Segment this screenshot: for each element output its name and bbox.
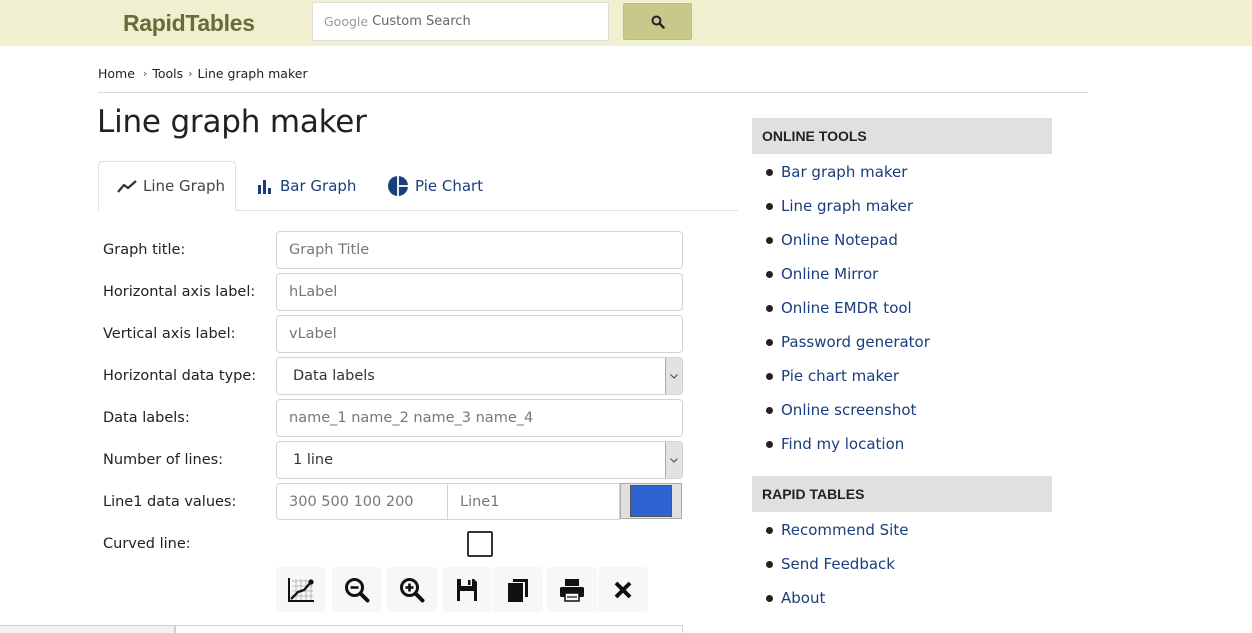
v-axis-label: Vertical axis label:: [103, 326, 236, 342]
partial-input-field[interactable]: [175, 625, 683, 633]
line1-label: Line1 data values:: [103, 494, 237, 510]
sidebar-item: Password generator: [752, 325, 930, 359]
breadcrumb-tools[interactable]: Tools: [152, 66, 183, 81]
h-axis-input[interactable]: hLabel: [276, 273, 683, 311]
page-title: Line graph maker: [97, 104, 367, 140]
sidebar-item: Line graph maker: [752, 189, 930, 223]
zoom-in-button[interactable]: [387, 567, 437, 612]
sidebar-item: Online EMDR tool: [752, 291, 930, 325]
h-data-type-label: Horizontal data type:: [103, 368, 257, 384]
zoom-out-icon: [345, 577, 370, 602]
print-button[interactable]: [547, 567, 597, 612]
zoom-out-button[interactable]: [332, 567, 382, 612]
data-labels-input[interactable]: name_1 name_2 name_3 name_4: [276, 399, 683, 437]
sidebar-item: About: [752, 581, 908, 615]
curved-line-label: Curved line:: [103, 536, 191, 552]
breadcrumb-home[interactable]: Home: [98, 66, 135, 81]
sidebar-item: Online Notepad: [752, 223, 930, 257]
h-data-type-select[interactable]: Data labels: [276, 357, 683, 395]
search-icon: [651, 15, 665, 29]
sidebar-link-online-emdr-tool[interactable]: Online EMDR tool: [781, 299, 912, 317]
chevron-down-icon[interactable]: [665, 358, 682, 394]
sidebar-link-bar-graph-maker[interactable]: Bar graph maker: [781, 163, 907, 181]
divider: [98, 92, 1088, 93]
search-button[interactable]: [623, 3, 692, 40]
pie-chart-icon: [388, 176, 408, 196]
sidebar-link-pie-chart-maker[interactable]: Pie chart maker: [781, 367, 899, 385]
chart-icon: [288, 577, 314, 602]
copy-button[interactable]: [493, 567, 543, 612]
clear-button[interactable]: [598, 567, 648, 612]
search-input[interactable]: Google Custom Search: [312, 2, 609, 41]
num-lines-label: Number of lines:: [103, 452, 224, 468]
sidebar-heading-rapid-tables: RAPID TABLES: [752, 476, 1052, 512]
sidebar-heading-online-tools: ONLINE TOOLS: [752, 118, 1052, 154]
breadcrumb-current: Line graph maker: [197, 66, 308, 81]
color-swatch: [630, 485, 672, 517]
sidebar-rapid-tables-list: Recommend Site Send Feedback About: [752, 513, 908, 615]
bar-chart-icon: [258, 180, 271, 194]
print-icon: [560, 578, 584, 602]
sidebar-online-tools-list: Bar graph maker Line graph maker Online …: [752, 155, 930, 461]
curved-line-checkbox[interactable]: [467, 531, 493, 557]
draw-graph-button[interactable]: [276, 567, 326, 612]
sidebar-link-send-feedback[interactable]: Send Feedback: [781, 555, 895, 573]
sidebar-link-line-graph-maker[interactable]: Line graph maker: [781, 197, 913, 215]
zoom-in-icon: [400, 577, 425, 602]
sidebar-item: Online screenshot: [752, 393, 930, 427]
v-axis-input[interactable]: vLabel: [276, 315, 683, 353]
graph-title-label: Graph title:: [103, 242, 186, 258]
sidebar-link-password-generator[interactable]: Password generator: [781, 333, 930, 351]
sidebar-item: Pie chart maker: [752, 359, 930, 393]
close-icon: [614, 581, 632, 598]
select-value: Data labels: [293, 368, 375, 384]
breadcrumb: Home › Tools › Line graph maker: [98, 66, 308, 81]
line1-name-input[interactable]: Line1: [447, 483, 620, 520]
top-header: RapidTables Google Custom Search: [0, 0, 1252, 46]
sidebar-link-online-screenshot[interactable]: Online screenshot: [781, 401, 916, 419]
line1-values-input[interactable]: 300 500 100 200: [276, 483, 448, 520]
search-brand: Google: [324, 14, 369, 29]
sidebar-link-about[interactable]: About: [781, 589, 825, 607]
save-icon: [457, 578, 477, 601]
num-lines-select[interactable]: 1 line: [276, 441, 683, 479]
browser-status-bar: [0, 625, 175, 633]
save-button[interactable]: [442, 567, 492, 612]
sidebar-link-online-notepad[interactable]: Online Notepad: [781, 231, 898, 249]
tab-bar-graph[interactable]: Bar Graph: [256, 161, 356, 211]
graph-title-input[interactable]: Graph Title: [276, 231, 683, 269]
line-chart-icon: [117, 180, 137, 193]
tab-label: Line Graph: [143, 177, 226, 195]
select-value: 1 line: [293, 452, 334, 468]
copy-icon: [508, 578, 528, 602]
sidebar-link-recommend-site[interactable]: Recommend Site: [781, 521, 908, 539]
tab-pie-chart[interactable]: Pie Chart: [387, 161, 483, 211]
h-axis-label: Horizontal axis label:: [103, 284, 256, 300]
sidebar-link-find-my-location[interactable]: Find my location: [781, 435, 904, 453]
sidebar-item: Send Feedback: [752, 547, 908, 581]
chevron-down-icon[interactable]: [665, 442, 682, 478]
tab-label: Pie Chart: [415, 177, 484, 195]
tab-line-graph[interactable]: Line Graph: [98, 161, 236, 211]
breadcrumb-separator: ›: [188, 67, 193, 80]
sidebar-item: Online Mirror: [752, 257, 930, 291]
sidebar-item: Recommend Site: [752, 513, 908, 547]
site-logo[interactable]: RapidTables: [123, 10, 255, 37]
data-labels-label: Data labels:: [103, 410, 190, 426]
line1-color-picker[interactable]: [620, 483, 682, 519]
search-placeholder: Custom Search: [372, 14, 471, 29]
sidebar-item: Find my location: [752, 427, 930, 461]
sidebar-item: Bar graph maker: [752, 155, 930, 189]
breadcrumb-separator: ›: [142, 67, 148, 80]
tab-label: Bar Graph: [280, 177, 357, 195]
sidebar-link-online-mirror[interactable]: Online Mirror: [781, 265, 878, 283]
